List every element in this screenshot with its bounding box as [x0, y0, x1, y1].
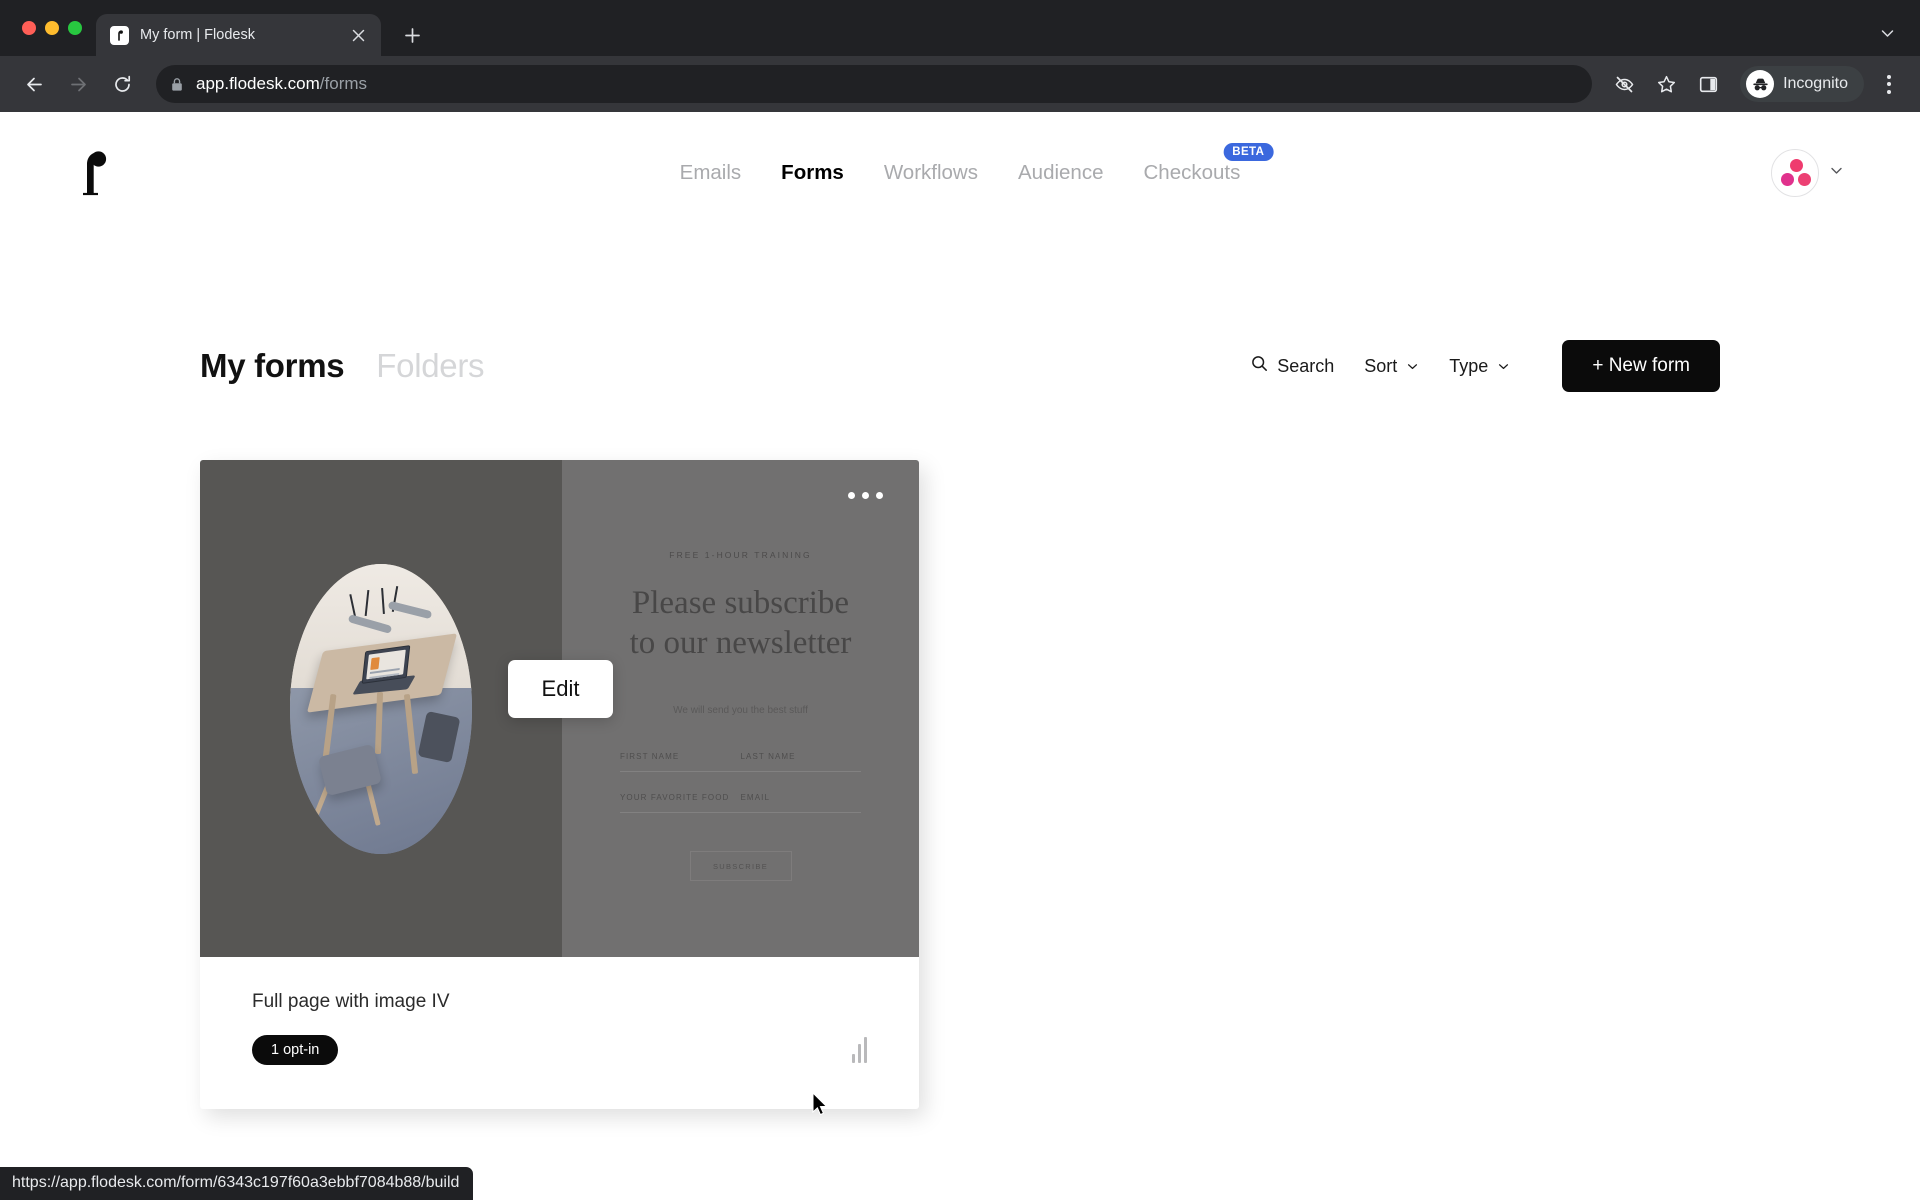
sort-dropdown[interactable]: Sort — [1364, 356, 1419, 377]
more-horizontal-icon[interactable] — [848, 492, 883, 499]
incognito-hat-glasses-icon — [1746, 70, 1775, 98]
new-tab-button[interactable] — [395, 18, 429, 52]
chevron-down-icon — [1497, 360, 1510, 373]
maximize-window-button[interactable] — [68, 21, 82, 35]
preview-heading-line2: to our newsletter — [629, 624, 852, 661]
mouse-cursor — [812, 1091, 829, 1122]
form-card-title: Full page with image IV — [252, 991, 450, 1012]
app-navbar: Emails Forms Workflows Audience Checkout… — [0, 112, 1920, 234]
nav-item-checkouts-label: Checkouts — [1143, 161, 1241, 184]
arrow-right-icon[interactable] — [58, 64, 98, 104]
avatar-dot — [1798, 173, 1811, 186]
avatar-chevron-down-icon[interactable] — [1829, 163, 1844, 183]
page-header: My forms Folders Search Sort Type + New … — [200, 234, 1720, 392]
edit-button[interactable]: Edit — [508, 660, 613, 718]
tab-strip: My form | Flodesk — [0, 0, 1920, 56]
bar-chart-icon[interactable] — [852, 1037, 867, 1063]
tab-search-icon[interactable] — [1872, 18, 1902, 48]
main-nav: Emails Forms Workflows Audience Checkout… — [680, 143, 1274, 185]
preview-heading: Please subscribe to our newsletter — [620, 584, 861, 663]
lock-icon — [170, 77, 184, 92]
toolbar-actions: Incognito — [1604, 64, 1906, 104]
desk-workspace-photo — [290, 563, 472, 854]
sort-label: Sort — [1364, 355, 1398, 376]
incognito-indicator[interactable]: Incognito — [1740, 66, 1864, 102]
flodesk-logo-icon[interactable] — [64, 142, 118, 204]
browser-window: My form | Flodesk app.flodesk.com/forms — [0, 0, 1920, 1200]
main-content: My forms Folders Search Sort Type + New … — [0, 234, 1920, 1109]
avatar-dot — [1781, 173, 1794, 186]
form-card-meta: 1 opt-in — [252, 1035, 867, 1065]
page-tabs: My forms Folders — [200, 347, 485, 385]
forms-grid: FREE 1-HOUR TRAINING Please subscribe to… — [200, 460, 1720, 1109]
nav-item-checkouts[interactable]: Checkouts BETA — [1143, 143, 1274, 185]
incognito-label: Incognito — [1783, 75, 1848, 92]
preview-field-last-name: LAST NAME — [740, 752, 796, 762]
nav-item-audience[interactable]: Audience — [1018, 161, 1103, 185]
preview-field-row: YOUR FAVORITE FOOD EMAIL — [620, 793, 861, 814]
preview-heading-line1: Please subscribe — [631, 585, 850, 621]
page-content: Emails Forms Workflows Audience Checkout… — [0, 112, 1920, 1200]
preview-form-panel: FREE 1-HOUR TRAINING Please subscribe to… — [562, 460, 919, 957]
url-host: app.flodesk.com — [196, 74, 320, 93]
new-form-button[interactable]: + New form — [1562, 340, 1720, 392]
preview-field-row: FIRST NAME LAST NAME — [620, 752, 861, 773]
url-path: /forms — [319, 74, 368, 93]
side-panel-icon[interactable] — [1688, 64, 1728, 104]
avatar-dot — [1789, 159, 1803, 172]
browser-toolbar: app.flodesk.com/forms Incognito — [0, 56, 1920, 112]
type-dropdown[interactable]: Type — [1449, 356, 1510, 377]
kebab-menu-icon[interactable] — [1872, 64, 1906, 104]
address-bar[interactable]: app.flodesk.com/forms — [156, 65, 1593, 103]
search-button[interactable]: Search — [1251, 355, 1334, 377]
type-label: Type — [1449, 355, 1489, 376]
form-card[interactable]: FREE 1-HOUR TRAINING Please subscribe to… — [200, 460, 919, 1109]
search-label: Search — [1277, 355, 1335, 376]
minimize-window-button[interactable] — [45, 21, 59, 35]
star-icon[interactable] — [1646, 64, 1686, 104]
reload-icon[interactable] — [102, 64, 142, 104]
url-text: app.flodesk.com/forms — [196, 74, 367, 94]
flodesk-f-icon — [110, 25, 129, 45]
search-icon — [1251, 355, 1268, 377]
beta-badge: BETA — [1223, 143, 1274, 161]
preview-field-favorite-food: YOUR FAVORITE FOOD — [620, 793, 730, 803]
preview-field-email: EMAIL — [740, 793, 771, 803]
browser-tab[interactable]: My form | Flodesk — [96, 14, 381, 56]
account-avatar-icon[interactable] — [1771, 149, 1819, 197]
preview-field-first-name: FIRST NAME — [620, 752, 680, 762]
chevron-down-icon — [1406, 360, 1419, 373]
preview-subscribe-button: SUBSCRIBE — [689, 851, 792, 882]
window-controls — [14, 0, 96, 56]
preview-eyebrow: FREE 1-HOUR TRAINING — [669, 550, 812, 560]
arrow-left-icon[interactable] — [14, 64, 54, 104]
nav-item-workflows[interactable]: Workflows — [884, 161, 978, 185]
header-toolbar: Search Sort Type + New form — [1251, 340, 1720, 392]
tab-title: My form | Flodesk — [140, 27, 255, 43]
status-badge: 1 opt-in — [252, 1035, 339, 1065]
form-preview: FREE 1-HOUR TRAINING Please subscribe to… — [200, 460, 919, 957]
nav-item-forms[interactable]: Forms — [781, 161, 844, 185]
preview-subtext: We will send you the best stuff — [673, 705, 808, 717]
close-window-button[interactable] — [22, 21, 36, 35]
nav-item-emails[interactable]: Emails — [680, 161, 742, 185]
eye-slash-icon[interactable] — [1604, 64, 1644, 104]
form-card-footer: Full page with image IV 1 opt-in — [200, 957, 919, 1109]
nav-right-actions — [1771, 149, 1844, 197]
close-icon[interactable] — [347, 24, 369, 46]
page-title: My forms — [200, 347, 345, 384]
status-bar-url: https://app.flodesk.com/form/6343c197f60… — [0, 1167, 474, 1200]
tab-folders[interactable]: Folders — [376, 347, 484, 385]
